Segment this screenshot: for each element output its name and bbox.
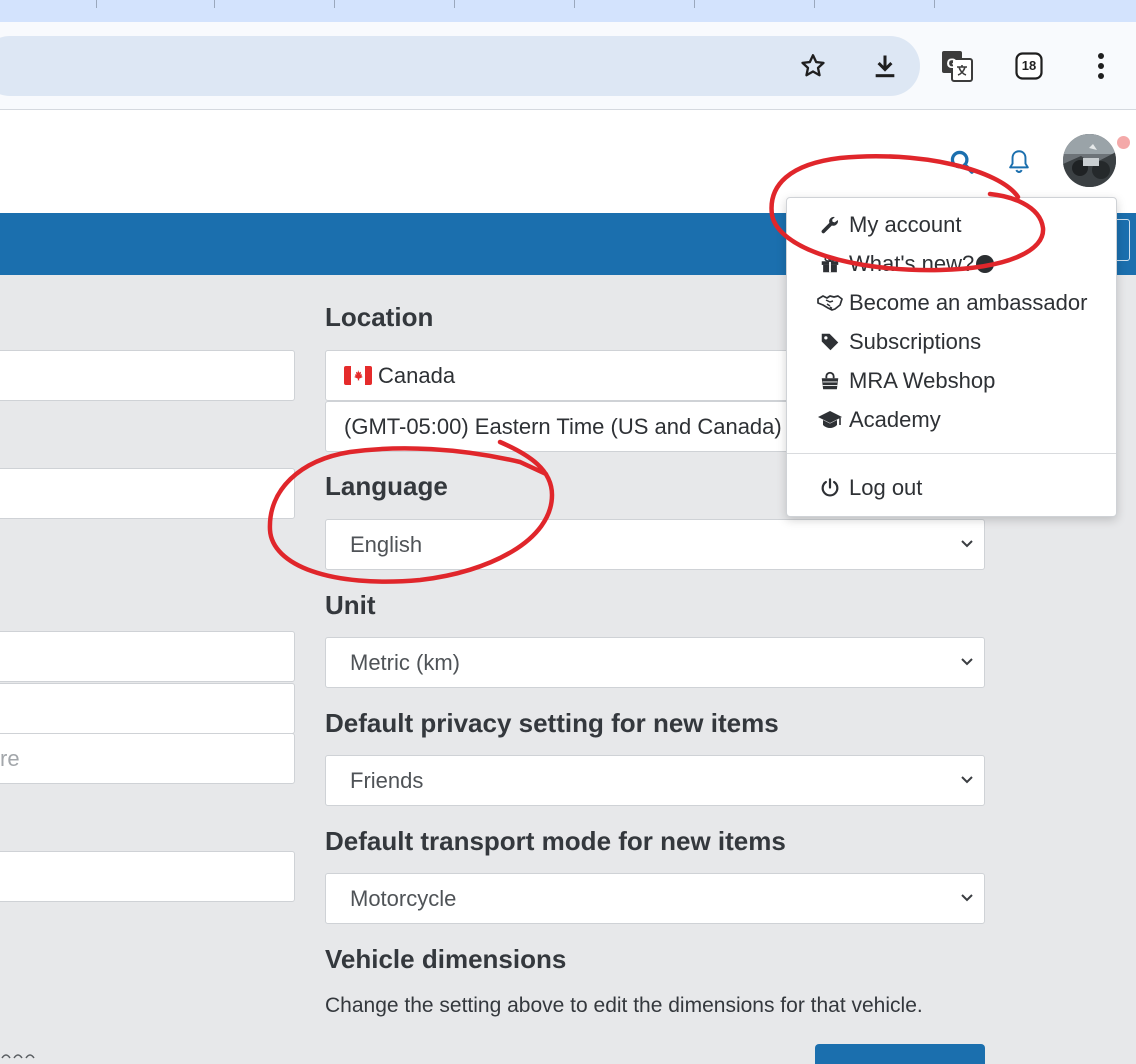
browser-menu-icon[interactable] <box>1081 46 1121 86</box>
left-input-1[interactable] <box>0 350 295 401</box>
transport-select[interactable]: Motorcycle <box>325 873 985 924</box>
menu-item-my-account[interactable]: My account <box>787 207 1116 243</box>
chevron-down-icon <box>958 888 976 906</box>
menu-item-label: MRA Webshop <box>849 368 996 393</box>
power-icon <box>817 475 843 501</box>
left-input-6[interactable] <box>0 851 295 902</box>
menu-divider <box>787 453 1116 454</box>
left-input-3[interactable] <box>0 631 295 682</box>
tab-separator <box>574 0 575 8</box>
transport-value: Motorcycle <box>350 886 457 911</box>
vehicle-dimensions-help: Change the setting above to edit the dim… <box>325 994 923 1017</box>
menu-item-subscriptions[interactable]: Subscriptions <box>787 324 1116 360</box>
language-value: English <box>350 532 423 557</box>
new-indicator-dot <box>976 255 994 273</box>
account-dropdown-menu: My account What's new? Become an ambassa… <box>786 197 1117 517</box>
menu-item-label: Log out <box>849 475 923 500</box>
partial-text-fragment <box>0 1050 36 1059</box>
privacy-select[interactable]: Friends <box>325 755 985 806</box>
tab-separator <box>814 0 815 8</box>
timezone-select[interactable]: (GMT-05:00) Eastern Time (US and Canada) <box>325 401 795 452</box>
menu-item-logout[interactable]: Log out <box>787 470 1116 506</box>
tag-icon <box>817 329 843 355</box>
menu-item-whats-new[interactable]: What's new? <box>787 246 1116 282</box>
language-label: Language <box>325 471 448 501</box>
location-label: Location <box>325 302 434 332</box>
tab-separator <box>694 0 695 8</box>
bell-icon[interactable] <box>1006 148 1032 176</box>
extension-badge-count: 18 <box>1021 58 1037 73</box>
unit-value: Metric (km) <box>350 650 460 675</box>
browser-tab-strip <box>0 0 1136 22</box>
tab-separator <box>934 0 935 8</box>
menu-item-ambassador[interactable]: Become an ambassador <box>787 285 1116 321</box>
search-icon[interactable] <box>948 148 976 176</box>
tab-separator <box>96 0 97 8</box>
unit-label: Unit <box>325 590 376 620</box>
handshake-icon <box>817 290 843 316</box>
address-bar[interactable] <box>0 36 920 96</box>
graduation-cap-icon <box>817 407 843 433</box>
translate-icon[interactable]: G <box>937 46 977 86</box>
bookmark-star-icon[interactable] <box>793 46 833 86</box>
privacy-label: Default privacy setting for new items <box>325 708 779 738</box>
wrench-icon <box>817 212 843 238</box>
svg-text:G: G <box>947 55 958 71</box>
notification-dot <box>1117 136 1130 149</box>
menu-item-label: What's new? <box>849 251 975 276</box>
left-input-4[interactable] <box>0 683 295 734</box>
vehicle-dimensions-heading: Vehicle dimensions <box>325 944 567 974</box>
unit-select[interactable]: Metric (km) <box>325 637 985 688</box>
save-button-partial[interactable] <box>815 1044 985 1064</box>
menu-item-webshop[interactable]: MRA Webshop <box>787 363 1116 399</box>
menu-item-label: Academy <box>849 407 941 432</box>
menu-item-label: Subscriptions <box>849 329 982 354</box>
menu-item-academy[interactable]: Academy <box>787 402 1116 438</box>
menu-item-label: My account <box>849 212 962 237</box>
chevron-down-icon <box>958 652 976 670</box>
privacy-value: Friends <box>350 768 424 793</box>
extension-calendar-icon[interactable]: 18 <box>1009 46 1049 86</box>
tab-separator <box>214 0 215 8</box>
gift-icon <box>817 251 843 277</box>
shopping-bag-icon <box>817 368 843 394</box>
menu-item-label: Become an ambassador <box>849 290 1088 315</box>
chevron-down-icon <box>958 534 976 552</box>
country-value: Canada <box>378 363 456 388</box>
chevron-down-icon <box>958 770 976 788</box>
tab-separator <box>454 0 455 8</box>
transport-label: Default transport mode for new items <box>325 826 786 856</box>
country-select[interactable]: Canada <box>325 350 795 401</box>
tab-separator <box>334 0 335 8</box>
canada-flag-icon <box>344 366 372 385</box>
left-input-2[interactable] <box>0 468 295 519</box>
language-select[interactable]: English <box>325 519 985 570</box>
timezone-value: (GMT-05:00) Eastern Time (US and Canada) <box>344 414 782 439</box>
left-input-5[interactable]: re <box>0 733 295 784</box>
download-icon[interactable] <box>865 46 905 86</box>
browser-toolbar: G 18 <box>0 22 1136 110</box>
avatar[interactable] <box>1063 134 1116 187</box>
left-input-placeholder: re <box>0 746 20 771</box>
